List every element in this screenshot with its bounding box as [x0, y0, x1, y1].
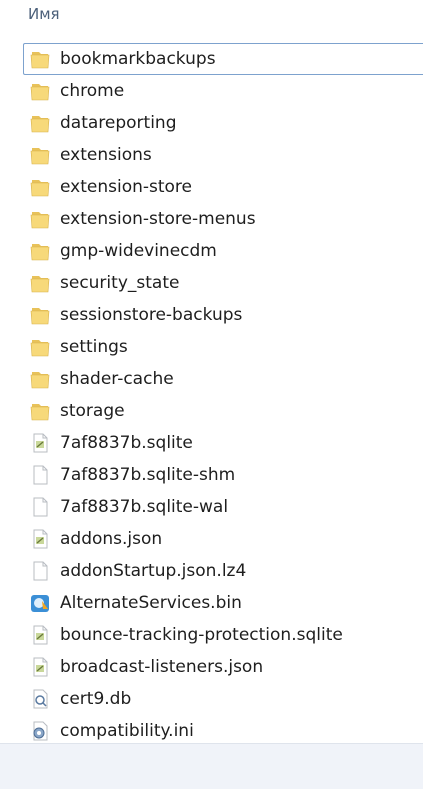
file-name: bookmarkbackups: [60, 49, 216, 69]
ini-file-icon: [28, 721, 52, 741]
file-name: extension-store: [60, 177, 193, 197]
file-list-item[interactable]: extension-store-menus: [0, 203, 423, 235]
file-list-item[interactable]: extension-store: [0, 171, 423, 203]
sqlite-file-icon: [28, 433, 52, 453]
file-name: addonStartup.json.lz4: [60, 561, 247, 581]
file-name: 7af8837b.sqlite-wal: [60, 497, 229, 517]
folder-icon: [28, 305, 52, 325]
folder-icon: [28, 209, 52, 229]
file-list-item[interactable]: AlternateServices.bin: [0, 587, 423, 619]
folder-icon: [28, 145, 52, 165]
file-list: bookmarkbackups chrome datareporting extens…: [0, 43, 423, 747]
file-name: settings: [60, 337, 128, 357]
folder-icon: [28, 369, 52, 389]
file-name: chrome: [60, 81, 125, 101]
file-list-item[interactable]: addons.json: [0, 523, 423, 555]
file-name: extension-store-menus: [60, 209, 256, 229]
file-name: datareporting: [60, 113, 177, 133]
file-list-item[interactable]: settings: [0, 331, 423, 363]
file-list-item[interactable]: 7af8837b.sqlite-shm: [0, 459, 423, 491]
file-list-item[interactable]: 7af8837b.sqlite: [0, 427, 423, 459]
file-name: addons.json: [60, 529, 163, 549]
text-file-icon: [28, 657, 52, 677]
file-list-item[interactable]: bounce-tracking-protection.sqlite: [0, 619, 423, 651]
file-list-item[interactable]: chrome: [0, 75, 423, 107]
file-name: extensions: [60, 145, 152, 165]
details-pane: [0, 743, 423, 789]
file-list-item[interactable]: storage: [0, 395, 423, 427]
text-file-icon: [28, 529, 52, 549]
file-list-item[interactable]: sessionstore-backups: [0, 299, 423, 331]
blank-file-icon: [28, 465, 52, 485]
sqlite-file-icon: [28, 625, 52, 645]
folder-icon: [28, 81, 52, 101]
folder-icon: [28, 177, 52, 197]
file-name: bounce-tracking-protection.sqlite: [60, 625, 343, 645]
file-name: shader-cache: [60, 369, 174, 389]
file-name: storage: [60, 401, 125, 421]
file-name: 7af8837b.sqlite: [60, 433, 193, 453]
file-name: cert9.db: [60, 689, 132, 709]
file-list-item[interactable]: gmp-widevinecdm: [0, 235, 423, 267]
folder-icon: [28, 113, 52, 133]
file-name: 7af8837b.sqlite-shm: [60, 465, 236, 485]
folder-icon: [28, 49, 52, 69]
file-name: compatibility.ini: [60, 721, 194, 741]
file-list-item[interactable]: addonStartup.json.lz4: [0, 555, 423, 587]
file-name: gmp-widevinecdm: [60, 241, 217, 261]
folder-icon: [28, 241, 52, 261]
file-name: broadcast-listeners.json: [60, 657, 264, 677]
file-name: security_state: [60, 273, 180, 293]
blank-file-icon: [28, 561, 52, 581]
file-list-item[interactable]: bookmarkbackups: [23, 43, 423, 75]
file-list-item[interactable]: security_state: [0, 267, 423, 299]
file-list-item[interactable]: datareporting: [0, 107, 423, 139]
folder-icon: [28, 401, 52, 421]
file-name: AlternateServices.bin: [60, 593, 242, 613]
folder-icon: [28, 273, 52, 293]
file-list-item[interactable]: broadcast-listeners.json: [0, 651, 423, 683]
file-list-item[interactable]: extensions: [0, 139, 423, 171]
db-file-icon: [28, 689, 52, 709]
file-list-item[interactable]: shader-cache: [0, 363, 423, 395]
file-list-item[interactable]: 7af8837b.sqlite-wal: [0, 491, 423, 523]
blank-file-icon: [28, 497, 52, 517]
file-name: sessionstore-backups: [60, 305, 243, 325]
column-header: Имя: [0, 0, 423, 34]
bin-file-icon: [28, 593, 52, 613]
name-column-header[interactable]: Имя: [28, 5, 60, 23]
folder-icon: [28, 337, 52, 357]
file-list-item[interactable]: cert9.db: [0, 683, 423, 715]
